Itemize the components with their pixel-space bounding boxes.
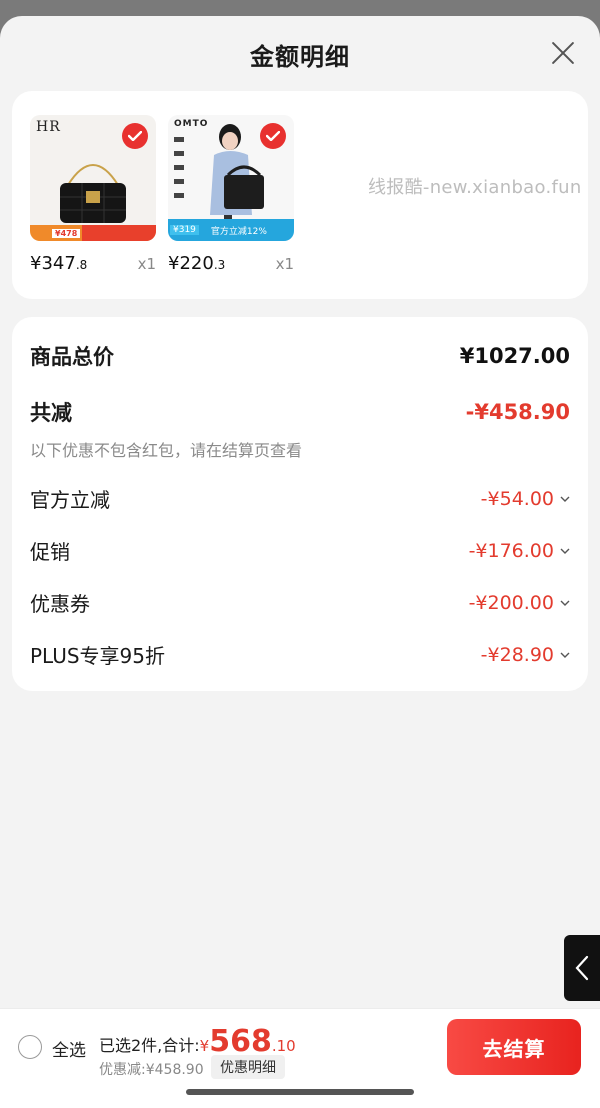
goods-card: HR ¥478 ¥347.8 x1 OMTO ¥319 官方立减12% ¥220…: [12, 91, 588, 299]
selected-check-icon[interactable]: [260, 123, 286, 149]
reduce-row: 共减 -¥458.90: [30, 397, 570, 427]
discount-label: 官方立减: [30, 488, 110, 512]
discount-value[interactable]: -¥28.90: [481, 644, 570, 666]
discount-label: 促销: [30, 540, 70, 564]
total-label: 商品总价: [30, 345, 114, 369]
discount-note: 以下优惠不包含红包，请在结算页查看: [30, 441, 303, 460]
chevron-down-icon: [560, 600, 570, 606]
checkout-button[interactable]: 去结算: [447, 1019, 581, 1075]
discount-label: 优惠券: [30, 592, 90, 616]
select-all-radio[interactable]: [18, 1035, 42, 1059]
discount-value[interactable]: -¥176.00: [469, 540, 570, 562]
close-icon[interactable]: [548, 38, 578, 68]
side-drawer-tab[interactable]: [564, 935, 600, 1001]
discount-row[interactable]: 促销 -¥176.00: [30, 536, 570, 565]
saved-amount: 优惠减:¥458.90: [99, 1062, 204, 1078]
currency-symbol: ¥: [199, 1037, 210, 1055]
discount-row[interactable]: PLUS专享95折 -¥28.90: [30, 640, 570, 669]
home-indicator: [186, 1089, 414, 1095]
reduce-value: -¥458.90: [465, 400, 570, 424]
selected-summary: 已选2件,合计: ¥ 568 .10: [99, 1027, 296, 1057]
chevron-left-icon: [575, 955, 589, 981]
total-amount-int: 568: [209, 1024, 272, 1059]
amount-detail-sheet: 金额明细 HR ¥478 ¥347.8 x1 OMTO ¥319 官方立减12%…: [0, 16, 600, 1108]
reduce-label: 共减: [30, 401, 72, 425]
discount-detail-button[interactable]: 优惠明细: [211, 1055, 285, 1079]
product-image[interactable]: OMTO ¥319 官方立减12%: [168, 115, 294, 241]
chevron-down-icon: [560, 496, 570, 502]
discount-row[interactable]: 优惠券 -¥200.00: [30, 588, 570, 617]
discount-row[interactable]: 官方立减 -¥54.00: [30, 484, 570, 513]
item-price: ¥220.3: [168, 253, 226, 274]
total-value: ¥1027.00: [459, 344, 570, 368]
item-quantity: x1: [137, 255, 156, 273]
chevron-down-icon: [560, 548, 570, 554]
summary-card: 商品总价 ¥1027.00 共减 -¥458.90 以下优惠不包含红包，请在结算…: [12, 317, 588, 691]
goods-item[interactable]: HR ¥478 ¥347.8 x1: [30, 115, 156, 274]
goods-item[interactable]: OMTO ¥319 官方立减12% ¥220.3 x1: [168, 115, 294, 274]
total-row: 商品总价 ¥1027.00: [30, 341, 570, 371]
promo-strip: ¥319 官方立减12%: [168, 219, 294, 241]
promo-strip: ¥478: [30, 225, 156, 241]
product-image[interactable]: HR ¥478: [30, 115, 156, 241]
discount-label: PLUS专享95折: [30, 644, 165, 668]
chevron-down-icon: [560, 652, 570, 658]
discount-value[interactable]: -¥200.00: [469, 592, 570, 614]
selected-check-icon[interactable]: [122, 123, 148, 149]
item-quantity: x1: [275, 255, 294, 273]
sheet-header: 金额明细: [0, 16, 600, 92]
selected-count-text: 已选2件,合计:: [99, 1036, 200, 1055]
price-row: ¥220.3 x1: [168, 253, 294, 274]
price-row: ¥347.8 x1: [30, 253, 156, 274]
item-price: ¥347.8: [30, 253, 88, 274]
total-amount-dec: .10: [271, 1037, 296, 1055]
discount-value[interactable]: -¥54.00: [481, 488, 570, 510]
page-title: 金额明细: [250, 42, 350, 71]
watermark-text: 线报酷-new.xianbao.fun: [368, 177, 582, 198]
select-all-label[interactable]: 全选: [52, 1036, 86, 1061]
